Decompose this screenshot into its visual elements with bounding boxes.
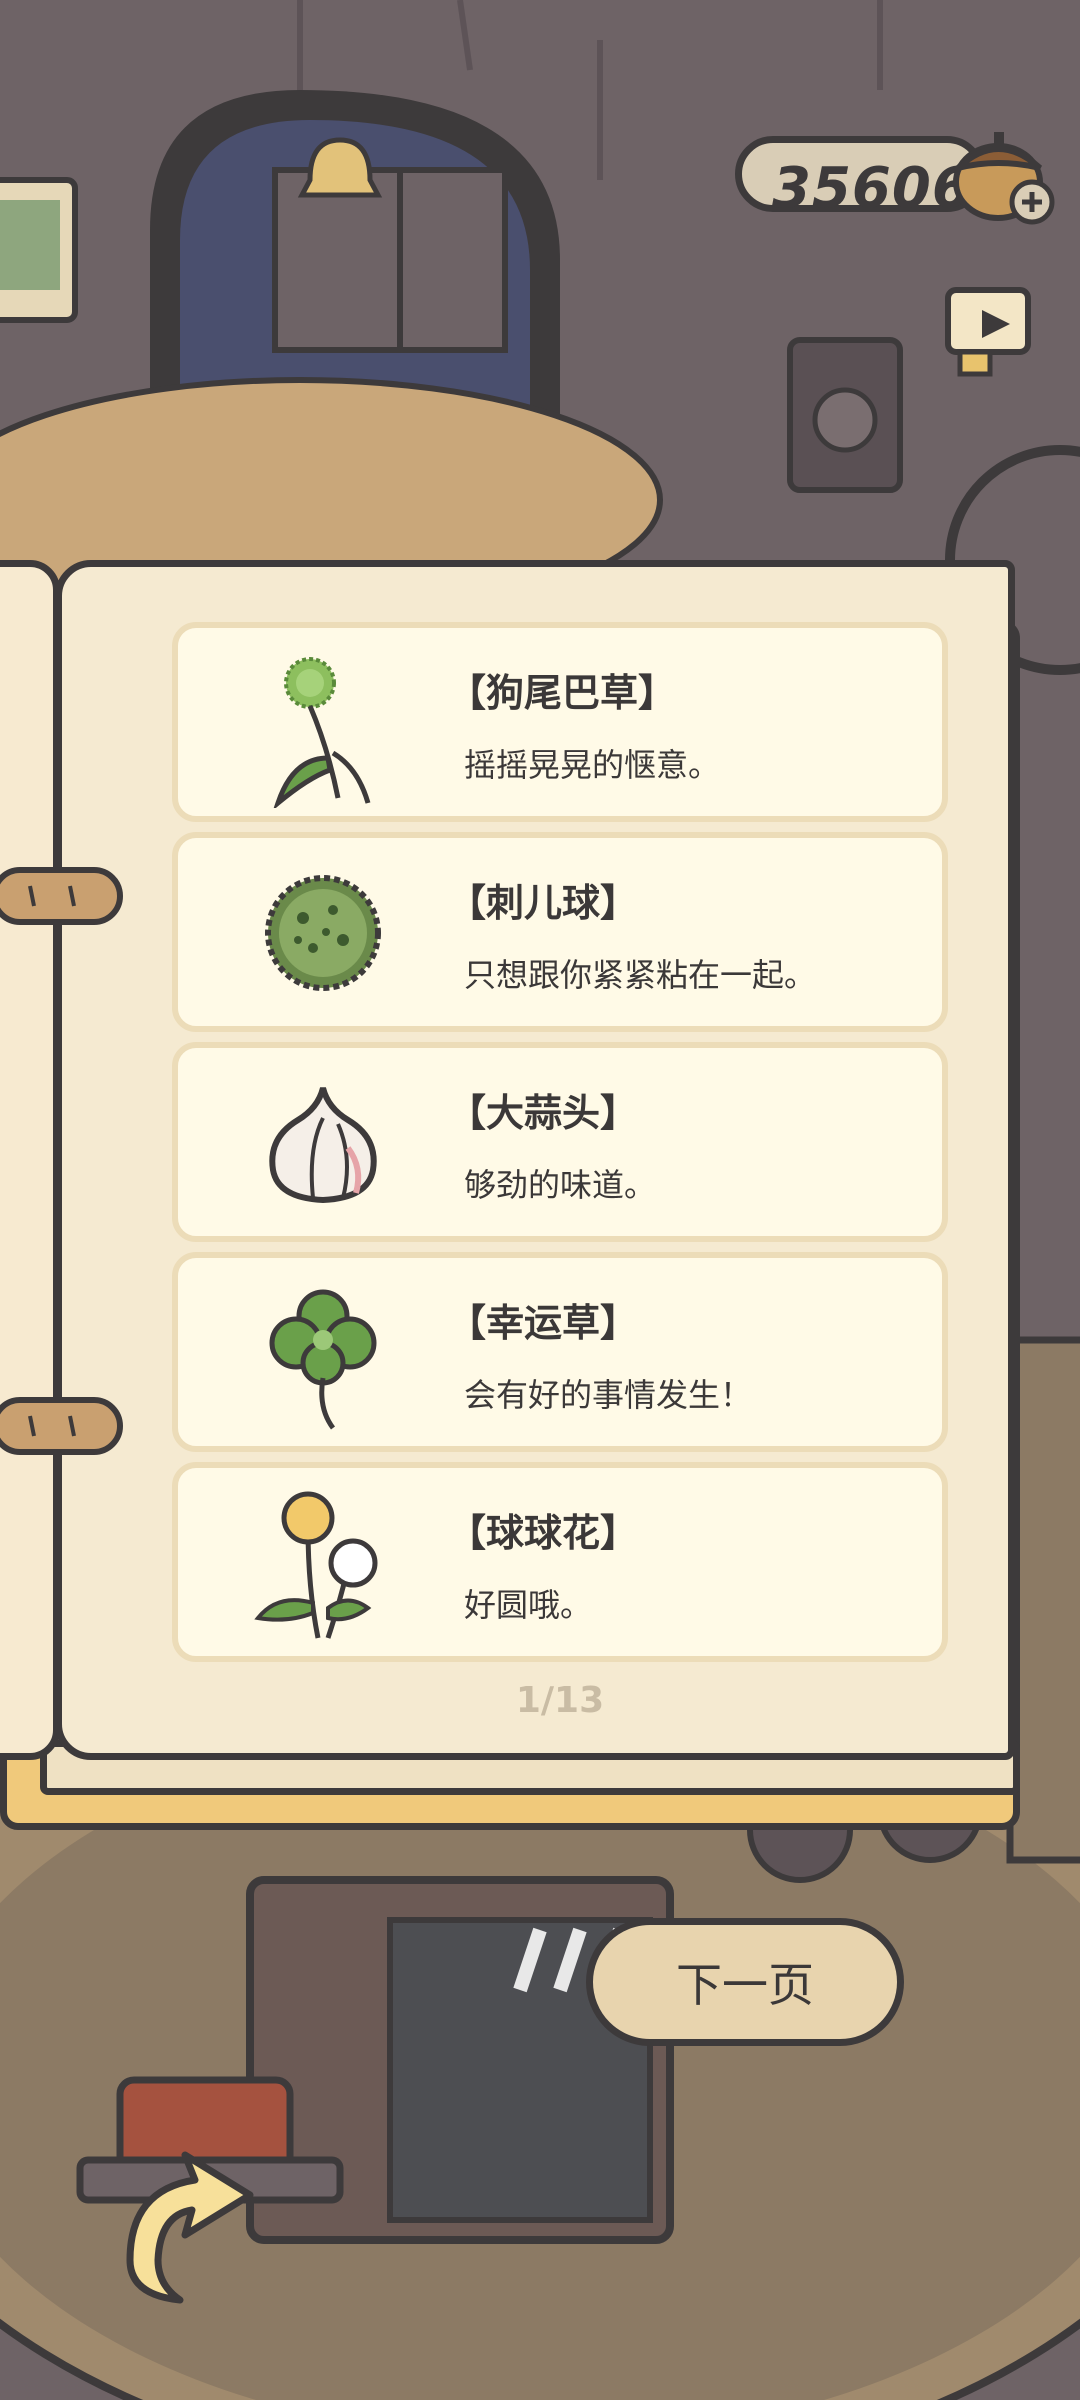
item-title: 【大蒜头】 — [448, 1091, 639, 1135]
currency-counter[interactable]: 35606 — [735, 130, 1065, 225]
list-item[interactable]: 【幸运草】 会有好的事情发生！ — [172, 1252, 948, 1452]
item-description: 够劲的味道。 — [464, 1166, 657, 1204]
book-left-page — [0, 560, 60, 1760]
foxtail-grass-icon — [273, 657, 371, 808]
back-arrow-icon[interactable] — [100, 2140, 270, 2310]
clover-icon — [269, 1289, 377, 1430]
item-title: 【刺儿球】 — [448, 881, 639, 925]
list-item[interactable]: 【球球花】 好圆哦。 — [172, 1462, 948, 1662]
item-description: 会有好的事情发生！ — [464, 1376, 753, 1414]
item-title: 【幸运草】 — [448, 1301, 639, 1345]
item-title: 【狗尾巴草】 — [448, 671, 677, 715]
list-item[interactable]: 【狗尾巴草】 摇摇晃晃的惬意。 — [172, 622, 948, 822]
plant-list: 【狗尾巴草】 摇摇晃晃的惬意。 【刺儿球】 只想跟你紧紧粘在一起。 【大蒜头】 … — [172, 622, 948, 1672]
list-item[interactable]: 【刺儿球】 只想跟你紧紧粘在一起。 — [172, 832, 948, 1032]
next-page-button[interactable]: 下一页 — [586, 1918, 904, 2046]
list-item[interactable]: 【大蒜头】 够劲的味道。 — [172, 1042, 948, 1242]
garlic-icon — [269, 1087, 377, 1204]
item-description: 摇摇晃晃的惬意。 — [464, 746, 721, 784]
binder-ring-icon — [0, 867, 123, 925]
ball-flower-icon — [254, 1491, 378, 1639]
item-description: 只想跟你紧紧粘在一起。 — [464, 956, 817, 994]
binder-ring-icon — [0, 1397, 123, 1455]
burr-ball-icon — [265, 875, 381, 991]
item-description: 好圆哦。 — [464, 1586, 593, 1624]
acorn-plus-icon[interactable] — [940, 110, 1060, 230]
item-title: 【球球花】 — [448, 1511, 639, 1555]
page-indicator: 1/13 — [515, 1680, 605, 1721]
video-camera-icon[interactable] — [930, 268, 1050, 388]
